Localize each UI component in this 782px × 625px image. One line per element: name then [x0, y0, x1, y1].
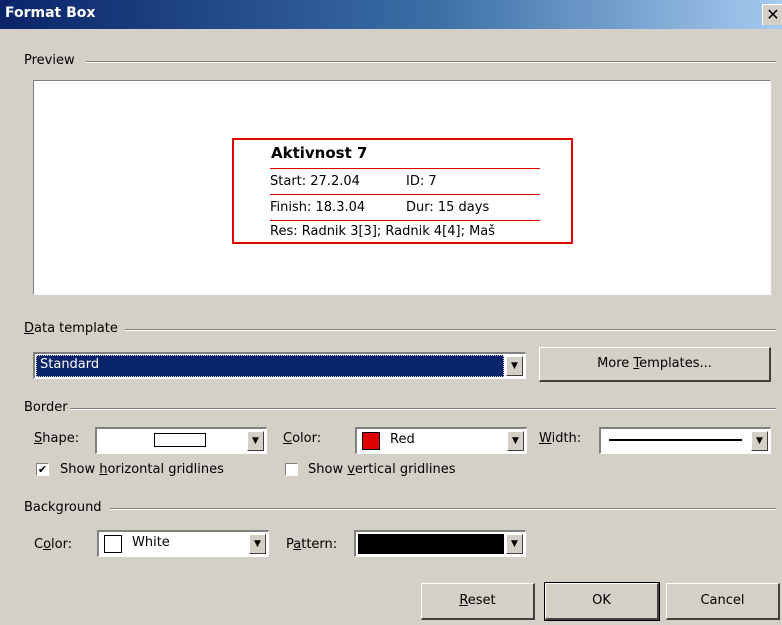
data-template-select[interactable]: Standard ▼: [33, 352, 526, 379]
pattern-swatch: [358, 534, 504, 554]
shape-label: Shape:: [34, 431, 80, 446]
preview-group-label: Preview: [24, 53, 75, 68]
data-template-selection-highlight: [36, 355, 504, 377]
border-group-line: [70, 408, 776, 410]
chevron-down-icon[interactable]: ▼: [249, 534, 266, 554]
background-color-value: White: [132, 535, 170, 550]
line-width-icon: [609, 439, 742, 441]
border-color-value: Red: [390, 432, 415, 447]
rectangle-shape-icon: [154, 433, 206, 447]
close-button[interactable]: ✕: [762, 4, 782, 25]
horizontal-gridlines-checkbox[interactable]: ✔: [36, 463, 49, 476]
data-template-group-label: Data template: [24, 321, 118, 336]
width-select[interactable]: ▼: [599, 427, 771, 454]
reset-button[interactable]: Reset: [421, 583, 535, 620]
background-group-line: [110, 508, 776, 510]
node-finish: Finish: 18.3.04: [270, 200, 366, 215]
node-separator: [270, 220, 540, 221]
data-template-value: Standard: [40, 357, 100, 372]
more-templates-button[interactable]: More Templates...: [539, 347, 771, 382]
preview-group-line: [86, 61, 776, 63]
node-start: Start: 27.2.04: [270, 174, 360, 189]
node-separator: [270, 194, 540, 195]
background-color-label: Color:: [34, 537, 73, 552]
chevron-down-icon[interactable]: ▼: [506, 534, 523, 554]
ok-button[interactable]: OK: [544, 582, 660, 621]
chevron-down-icon[interactable]: ▼: [751, 431, 768, 451]
node-resources: Res: Radnik 3[3]; Radnik 4[4]; Maš: [270, 224, 496, 239]
node-title: Aktivnost 7: [271, 144, 368, 162]
node-separator: [270, 168, 540, 169]
node-id: ID: 7: [406, 174, 437, 189]
horizontal-gridlines-label[interactable]: Show horizontal gridlines: [60, 462, 224, 477]
window-title: Format Box: [5, 5, 96, 21]
pattern-select[interactable]: ▼: [354, 530, 526, 557]
border-color-swatch: [362, 432, 380, 450]
width-label: Width:: [539, 431, 582, 446]
cancel-button[interactable]: Cancel: [666, 583, 780, 620]
border-group-label: Border: [24, 400, 68, 415]
chevron-down-icon[interactable]: ▼: [506, 356, 523, 376]
title-bar: Format Box ✕: [0, 0, 782, 29]
preview-node-box: Aktivnost 7 Start: 27.2.04 ID: 7 Finish:…: [232, 138, 573, 244]
node-duration: Dur: 15 days: [406, 200, 490, 215]
pattern-label: Pattern:: [286, 537, 338, 552]
chevron-down-icon[interactable]: ▼: [507, 431, 524, 451]
background-color-select[interactable]: White ▼: [97, 530, 269, 557]
chevron-down-icon[interactable]: ▼: [247, 431, 264, 451]
border-color-label: Color:: [283, 431, 322, 446]
background-color-swatch: [104, 535, 122, 553]
vertical-gridlines-checkbox[interactable]: [285, 463, 298, 476]
check-icon: ✔: [37, 463, 48, 476]
background-group-label: Background: [24, 500, 102, 515]
vertical-gridlines-label[interactable]: Show vertical gridlines: [308, 462, 456, 477]
shape-select[interactable]: ▼: [95, 427, 267, 454]
close-icon: ✕: [766, 5, 780, 24]
data-template-group-line: [125, 329, 776, 331]
border-color-select[interactable]: Red ▼: [355, 427, 527, 454]
